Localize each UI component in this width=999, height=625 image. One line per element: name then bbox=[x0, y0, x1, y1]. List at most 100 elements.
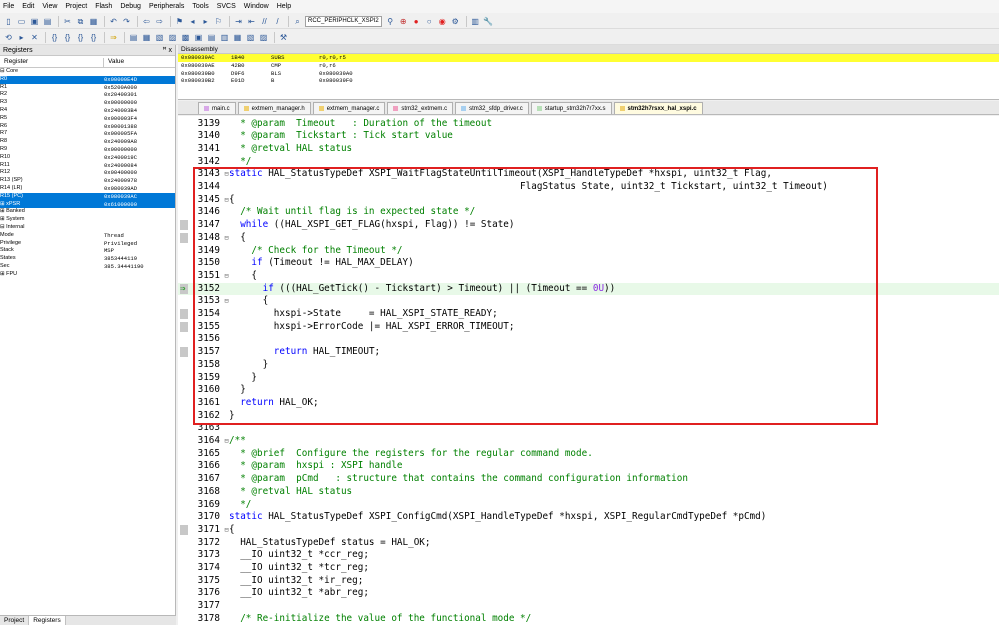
show-next-statement-icon[interactable]: ⇒ bbox=[108, 32, 119, 43]
menu-help[interactable]: Help bbox=[277, 0, 291, 13]
code-line[interactable]: 3154 hxspi->State = HAL_XSPI_STATE_READY… bbox=[178, 308, 999, 321]
register-value[interactable]: 0x080039AD bbox=[104, 185, 175, 193]
breakpoint-gutter-mark[interactable] bbox=[180, 232, 188, 243]
code-line[interactable]: 3144 FlagStatus State, uint32_t Tickstar… bbox=[178, 181, 999, 194]
register-row[interactable]: R11 0x24000084 bbox=[0, 162, 175, 170]
step-over-icon[interactable]: {} bbox=[62, 32, 73, 43]
code-line[interactable]: 3160 } bbox=[178, 384, 999, 397]
register-value[interactable]: Thread bbox=[104, 232, 175, 240]
configure-icon[interactable]: 🔧 bbox=[483, 16, 494, 27]
prev-bookmark-icon[interactable]: ◂ bbox=[187, 16, 198, 27]
reset-icon[interactable]: ⟲ bbox=[3, 32, 14, 43]
code-line[interactable]: 3171 ⊟{ bbox=[178, 524, 999, 537]
register-value[interactable]: 0x2400019C bbox=[104, 154, 175, 162]
unindent-icon[interactable]: ⇤ bbox=[246, 16, 257, 27]
code-line[interactable]: 3178 /* Re-initialize the value of the f… bbox=[178, 613, 999, 625]
clear-bookmarks-icon[interactable]: ⚐ bbox=[213, 16, 224, 27]
register-value[interactable]: 0x00001388 bbox=[104, 123, 175, 131]
register-row[interactable]: R5 0x000003F4 bbox=[0, 115, 175, 123]
register-value[interactable]: 0x240003B4 bbox=[104, 107, 175, 115]
register-value[interactable]: 0x24000978 bbox=[104, 177, 175, 185]
target-combo[interactable]: RCC_PERIPHCLK_XSPI2 bbox=[305, 15, 382, 27]
register-row[interactable]: R6 0x00001388 bbox=[0, 123, 175, 131]
menu-edit[interactable]: Edit bbox=[22, 0, 34, 13]
code-line[interactable]: 3156 bbox=[178, 333, 999, 346]
register-row[interactable]: Mode Thread bbox=[0, 232, 175, 240]
register-value[interactable]: 385.34441190 bbox=[104, 263, 175, 271]
breakpoint-gutter-mark[interactable] bbox=[180, 321, 188, 332]
run-icon[interactable]: ▸ bbox=[16, 32, 27, 43]
register-row[interactable]: ⊞ Banked bbox=[0, 208, 175, 216]
nav-back-icon[interactable]: ⇦ bbox=[141, 16, 152, 27]
register-value[interactable]: 0x00000E4D bbox=[104, 76, 175, 84]
redo-icon[interactable]: ↷ bbox=[121, 16, 132, 27]
register-row[interactable]: R4 0x240003B4 bbox=[0, 107, 175, 115]
find-in-files-icon[interactable]: ⌕ bbox=[292, 16, 303, 27]
register-value[interactable]: 0x00400000 bbox=[104, 169, 175, 177]
register-row[interactable]: Stack MSP bbox=[0, 247, 175, 255]
system-viewer-icon[interactable]: ▨ bbox=[258, 32, 269, 43]
code-line[interactable]: 3140 * @param Tickstart : Tick start val… bbox=[178, 130, 999, 143]
register-value[interactable] bbox=[104, 68, 175, 76]
code-line[interactable]: 3170 static HAL_StatusTypeDef XSPI_Config… bbox=[178, 511, 999, 524]
code-line[interactable]: 3172 HAL_StatusTypeDef status = HAL_OK; bbox=[178, 537, 999, 550]
menu-file[interactable]: File bbox=[3, 0, 14, 13]
register-value[interactable]: 0x61000000 bbox=[104, 201, 175, 209]
register-row[interactable]: R13 (SP) 0x24000978 bbox=[0, 177, 175, 185]
disassembly-row[interactable]: 0x080039AC 1B40 SUBS r0,r0,r5 bbox=[178, 54, 999, 62]
register-row[interactable]: Privilege Privileged bbox=[0, 240, 175, 248]
window-layout-icon[interactable]: ▥ bbox=[470, 16, 481, 27]
register-row[interactable]: ⊞ FPU bbox=[0, 271, 175, 279]
menu-window[interactable]: Window bbox=[244, 0, 269, 13]
register-row[interactable]: R1 0x5200A000 bbox=[0, 84, 175, 92]
register-row[interactable]: ⊞ xPSR 0x61000000 bbox=[0, 200, 175, 209]
code-editor[interactable]: 3139 * @param Timeout : Duration of the … bbox=[178, 116, 999, 625]
paste-icon[interactable]: ▦ bbox=[88, 16, 99, 27]
register-column-label[interactable]: Register bbox=[0, 58, 104, 67]
undo-icon[interactable]: ↶ bbox=[108, 16, 119, 27]
menu-flash[interactable]: Flash bbox=[95, 0, 112, 13]
register-value[interactable]: 0x000003F4 bbox=[104, 115, 175, 123]
code-line[interactable]: 3159 } bbox=[178, 372, 999, 385]
next-bookmark-icon[interactable]: ▸ bbox=[200, 16, 211, 27]
disassembly-window-icon[interactable]: ▦ bbox=[141, 32, 152, 43]
register-row[interactable]: ⊞ System bbox=[0, 216, 175, 224]
register-row[interactable]: R3 0x00000000 bbox=[0, 99, 175, 107]
open-folder-icon[interactable]: ▭ bbox=[16, 16, 27, 27]
file-tab[interactable]: startup_stm32h7r7xx.s bbox=[530, 102, 612, 114]
code-line[interactable]: 3153 ⊟ { bbox=[178, 295, 999, 308]
disassembly-row[interactable]: 0x080039B0 D9F6 BLS 0x080039A0 bbox=[178, 70, 999, 78]
register-value[interactable]: MSP bbox=[104, 247, 175, 255]
code-line[interactable]: 3165 * @brief Configure the registers fo… bbox=[178, 448, 999, 461]
cut-icon[interactable]: ✂ bbox=[62, 16, 73, 27]
code-line[interactable]: 3150 if (Timeout != HAL_MAX_DELAY) bbox=[178, 257, 999, 270]
register-value[interactable] bbox=[104, 208, 175, 216]
register-value[interactable]: 0x00000000 bbox=[104, 99, 175, 107]
memory-window-icon[interactable]: ▤ bbox=[206, 32, 217, 43]
analysis-window-icon[interactable]: ▦ bbox=[232, 32, 243, 43]
save-all-icon[interactable]: ▤ bbox=[42, 16, 53, 27]
register-row[interactable]: R15 (PC) 0x080039AC bbox=[0, 192, 175, 201]
menu-view[interactable]: View bbox=[42, 0, 57, 13]
menu-debug[interactable]: Debug bbox=[120, 0, 141, 13]
tab-registers[interactable]: Registers bbox=[29, 616, 66, 625]
code-line[interactable]: ⇒ 3152 if (((HAL_GetTick() - Tickstart) >… bbox=[178, 282, 999, 296]
disassembly-row[interactable]: 0x080039AE 42B0 CMP r0,r6 bbox=[178, 62, 999, 70]
code-line[interactable]: 3155 hxspi->ErrorCode |= HAL_XSPI_ERROR_… bbox=[178, 321, 999, 334]
breakpoint-gutter-mark[interactable] bbox=[180, 220, 188, 231]
code-line[interactable]: 3167 * @param pCmd : structure that cont… bbox=[178, 473, 999, 486]
symbols-window-icon[interactable]: ▧ bbox=[154, 32, 165, 43]
record-icon[interactable]: ● bbox=[411, 16, 422, 27]
menu-svcs[interactable]: SVCS bbox=[217, 0, 236, 13]
code-line[interactable]: 3166 * @param hxspi : XSPI handle bbox=[178, 460, 999, 473]
register-row[interactable]: ⊟ Internal bbox=[0, 224, 175, 232]
register-value[interactable]: 0x000005FA bbox=[104, 130, 175, 138]
register-row[interactable]: Sec 385.34441190 bbox=[0, 263, 175, 271]
stop-icon[interactable]: ○ bbox=[424, 16, 435, 27]
bookmark-icon[interactable]: ⚑ bbox=[174, 16, 185, 27]
code-line[interactable]: 3149 /* Check for the Timeout */ bbox=[178, 245, 999, 258]
breakpoint-gutter-mark[interactable] bbox=[180, 347, 188, 358]
register-row[interactable]: R10 0x2400019C bbox=[0, 154, 175, 162]
register-row[interactable]: R7 0x000005FA bbox=[0, 130, 175, 138]
find-icon[interactable]: ⚲ bbox=[385, 16, 396, 27]
